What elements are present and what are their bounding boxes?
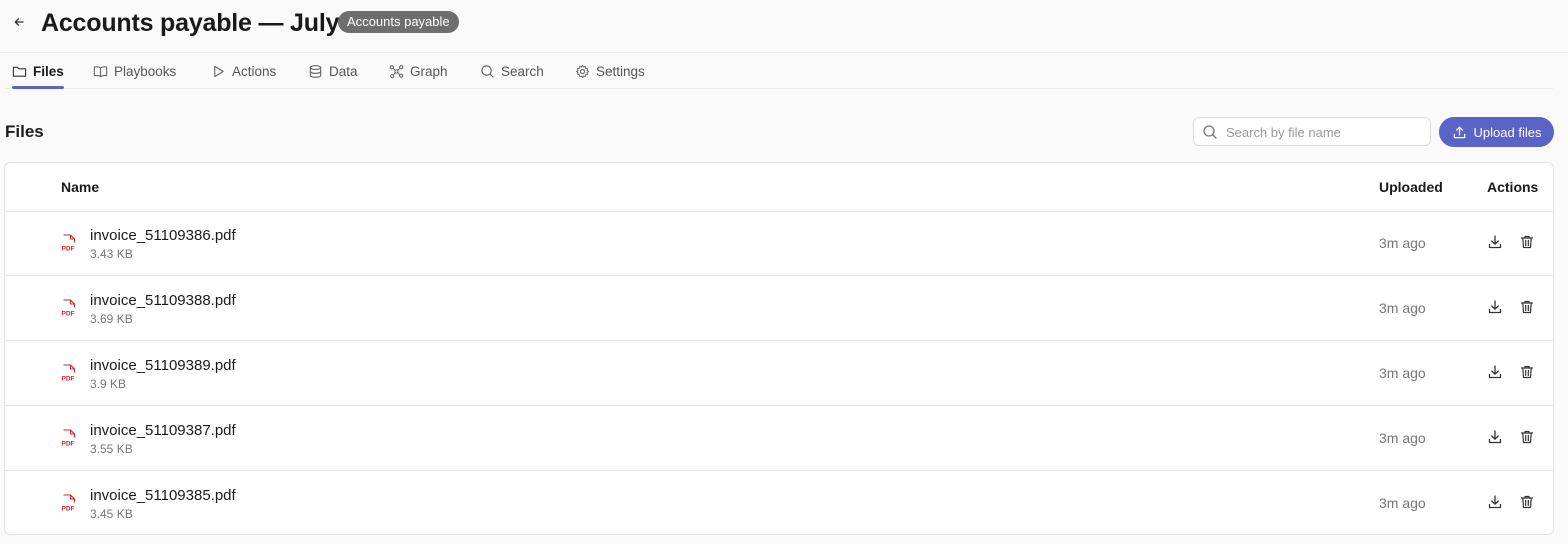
file-size: 3.43 KB	[90, 247, 133, 261]
download-icon	[1488, 365, 1502, 379]
tab-search[interactable]: Search	[480, 54, 544, 88]
delete-button[interactable]	[1518, 233, 1536, 251]
file-search-box	[1193, 117, 1431, 146]
trash-icon	[1520, 430, 1534, 444]
folder-icon	[12, 66, 27, 77]
download-button[interactable]	[1486, 428, 1504, 446]
play-icon	[214, 65, 224, 77]
svg-text:PDF: PDF	[62, 441, 75, 448]
tab-label: Graph	[410, 63, 448, 79]
tab-label: Settings	[596, 63, 645, 79]
download-button[interactable]	[1486, 298, 1504, 316]
tab-label: Actions	[232, 63, 277, 79]
files-table: Name Uploaded Actions PDF invoice_511093…	[4, 162, 1554, 535]
database-icon	[309, 64, 322, 78]
category-badge: Accounts payable	[338, 11, 459, 33]
tab-label: Data	[329, 63, 358, 79]
file-name[interactable]: invoice_51109385.pdf	[90, 487, 236, 504]
table-row: PDF invoice_51109385.pdf 3.45 KB 3m ago	[5, 471, 1553, 534]
download-icon	[1488, 300, 1502, 314]
download-icon	[1488, 235, 1502, 249]
column-header-actions: Actions	[1487, 179, 1539, 195]
uploaded-time: 3m ago	[1379, 430, 1426, 446]
pdf-file-icon: PDF	[62, 234, 76, 253]
pdf-file-icon: PDF	[62, 494, 76, 513]
delete-button[interactable]	[1518, 493, 1536, 511]
svg-text:PDF: PDF	[62, 246, 75, 253]
tab-data[interactable]: Data	[308, 54, 358, 88]
download-button[interactable]	[1486, 363, 1504, 381]
file-size: 3.69 KB	[90, 312, 133, 326]
file-size: 3.45 KB	[90, 507, 133, 521]
tab-actions[interactable]: Actions	[211, 54, 276, 88]
tab-graph[interactable]: Graph	[389, 54, 448, 88]
files-section-title: Files	[5, 122, 44, 141]
trash-icon	[1520, 300, 1534, 314]
download-icon	[1488, 430, 1502, 444]
file-name[interactable]: invoice_51109388.pdf	[90, 292, 236, 309]
upload-files-button[interactable]: Upload files	[1439, 117, 1554, 147]
uploaded-time: 3m ago	[1379, 235, 1426, 251]
page-header: Accounts payable — July Accounts payable	[0, 0, 1568, 53]
tab-label: Search	[501, 63, 544, 79]
table-row: PDF invoice_51109387.pdf 3.55 KB 3m ago	[5, 406, 1553, 471]
delete-button[interactable]	[1518, 298, 1536, 316]
tab-files[interactable]: Files	[12, 54, 64, 89]
tab-settings[interactable]: Settings	[575, 54, 645, 88]
gear-icon	[575, 64, 590, 78]
table-header: Name Uploaded Actions	[5, 163, 1553, 212]
file-name[interactable]: invoice_51109386.pdf	[90, 227, 236, 244]
tab-bar: Files Playbooks Actions Data Graph Searc…	[5, 54, 1553, 89]
tab-label: Files	[33, 63, 64, 79]
pdf-file-icon: PDF	[62, 299, 76, 318]
svg-text:PDF: PDF	[62, 311, 75, 318]
upload-files-label: Upload files	[1473, 124, 1542, 140]
delete-button[interactable]	[1518, 428, 1536, 446]
page-title: Accounts payable — July	[41, 9, 340, 37]
arrow-left-icon	[14, 18, 24, 26]
delete-button[interactable]	[1518, 363, 1536, 381]
tab-label: Playbooks	[114, 63, 177, 79]
pdf-file-icon: PDF	[62, 364, 76, 383]
uploaded-time: 3m ago	[1379, 300, 1426, 316]
file-size: 3.9 KB	[90, 377, 127, 391]
column-header-name: Name	[61, 179, 100, 195]
uploaded-time: 3m ago	[1379, 495, 1426, 511]
upload-icon	[1453, 126, 1465, 138]
book-icon	[93, 65, 108, 77]
back-button[interactable]	[10, 12, 28, 32]
file-size: 3.55 KB	[90, 442, 133, 456]
table-row: PDF invoice_51109386.pdf 3.43 KB 3m ago	[5, 211, 1553, 276]
download-button[interactable]	[1486, 493, 1504, 511]
trash-icon	[1520, 495, 1534, 509]
search-icon	[481, 64, 494, 78]
table-row: PDF invoice_51109389.pdf 3.9 KB 3m ago	[5, 341, 1553, 406]
download-icon	[1488, 495, 1502, 509]
file-name[interactable]: invoice_51109387.pdf	[90, 422, 236, 439]
trash-icon	[1520, 365, 1534, 379]
file-search-input[interactable]	[1224, 120, 1428, 145]
column-header-uploaded: Uploaded	[1379, 179, 1443, 195]
tab-playbooks[interactable]: Playbooks	[93, 54, 176, 88]
download-button[interactable]	[1486, 233, 1504, 251]
trash-icon	[1520, 235, 1534, 249]
uploaded-time: 3m ago	[1379, 365, 1426, 381]
file-name[interactable]: invoice_51109389.pdf	[90, 357, 236, 374]
search-icon	[1203, 125, 1217, 139]
pdf-file-icon: PDF	[62, 429, 76, 448]
svg-text:PDF: PDF	[62, 376, 75, 383]
graph-icon	[389, 64, 404, 78]
svg-text:PDF: PDF	[62, 506, 75, 513]
table-row: PDF invoice_51109388.pdf 3.69 KB 3m ago	[5, 276, 1553, 341]
